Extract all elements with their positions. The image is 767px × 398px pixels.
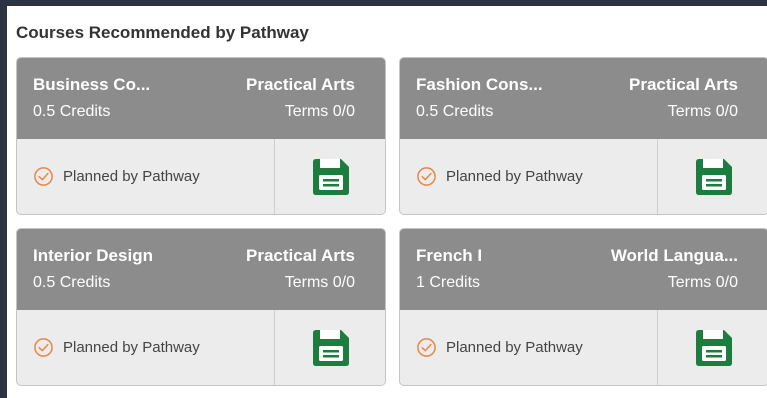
check-circle-icon — [417, 167, 436, 186]
save-button[interactable] — [274, 310, 385, 385]
course-status: Planned by Pathway — [33, 166, 200, 187]
course-name: Interior Design — [33, 246, 153, 265]
status-label: Planned by Pathway — [63, 339, 200, 356]
course-card-fashion[interactable]: Fashion Cons... Practical Arts 0.5 Credi… — [399, 57, 767, 215]
card-body: Planned by Pathway — [400, 139, 767, 214]
course-category: Practical Arts — [246, 75, 355, 94]
card-header: Interior Design Practical Arts 0.5 Credi… — [17, 229, 385, 310]
save-button[interactable] — [657, 310, 767, 385]
card-header: Business Co... Practical Arts 0.5 Credit… — [17, 58, 385, 139]
status-label: Planned by Pathway — [63, 168, 200, 185]
save-button[interactable] — [657, 139, 767, 214]
card-body: Planned by Pathway — [400, 310, 767, 385]
save-icon — [695, 158, 732, 195]
status-label: Planned by Pathway — [446, 339, 583, 356]
course-category: Practical Arts — [246, 246, 355, 265]
card-body: Planned by Pathway — [17, 310, 385, 385]
save-icon — [312, 158, 349, 195]
status-label: Planned by Pathway — [446, 168, 583, 185]
save-icon — [312, 329, 349, 366]
course-status: Planned by Pathway — [416, 166, 583, 187]
card-header: French I World Langua... 1 Credits Terms… — [400, 229, 767, 310]
course-card-french[interactable]: French I World Langua... 1 Credits Terms… — [399, 228, 767, 386]
course-card-business[interactable]: Business Co... Practical Arts 0.5 Credit… — [16, 57, 386, 215]
card-header: Fashion Cons... Practical Arts 0.5 Credi… — [400, 58, 767, 139]
course-name: Fashion Cons... — [416, 75, 543, 94]
course-terms: Terms 0/0 — [667, 274, 738, 291]
check-circle-icon — [34, 167, 53, 186]
check-circle-icon — [417, 338, 436, 357]
courses-panel: Courses Recommended by Pathway Business … — [7, 6, 767, 398]
save-icon — [695, 329, 732, 366]
course-credits: 0.5 Credits — [33, 274, 111, 291]
course-terms: Terms 0/0 — [284, 274, 355, 291]
course-credits: 0.5 Credits — [33, 103, 111, 120]
course-category: Practical Arts — [629, 75, 738, 94]
course-category: World Langua... — [610, 246, 738, 265]
course-name: French I — [416, 246, 483, 265]
check-circle-icon — [34, 338, 53, 357]
course-credits: 0.5 Credits — [416, 103, 494, 120]
course-terms: Terms 0/0 — [284, 103, 355, 120]
course-card-interior-design[interactable]: Interior Design Practical Arts 0.5 Credi… — [16, 228, 386, 386]
card-body: Planned by Pathway — [17, 139, 385, 214]
course-terms: Terms 0/0 — [667, 103, 738, 120]
course-credits: 1 Credits — [416, 274, 481, 291]
course-status: Planned by Pathway — [33, 337, 200, 358]
course-status: Planned by Pathway — [416, 337, 583, 358]
save-button[interactable] — [274, 139, 385, 214]
course-name: Business Co... — [33, 75, 151, 94]
section-title: Courses Recommended by Pathway — [16, 23, 309, 42]
